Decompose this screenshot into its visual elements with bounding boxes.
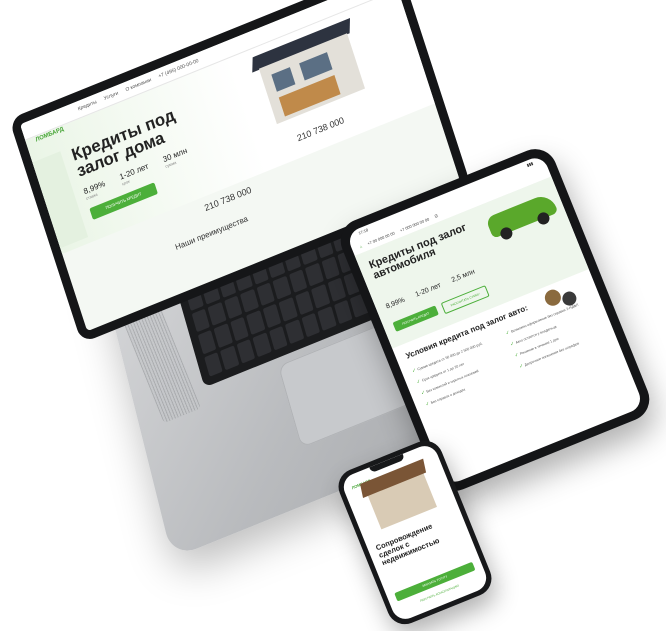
keyboard-key	[272, 275, 292, 300]
keyboard-key	[252, 332, 272, 358]
keyboard-key	[256, 281, 276, 307]
logo-icon: ⌂	[358, 243, 363, 249]
nav-item[interactable]: О компании	[125, 77, 152, 93]
keyboard-key	[207, 301, 227, 327]
keyboard-key	[246, 310, 266, 336]
house-image	[366, 469, 438, 530]
keyboard-key	[311, 284, 331, 309]
keyboard-key	[278, 297, 298, 322]
keyboard-key	[230, 316, 250, 342]
keyboard-key	[317, 306, 337, 331]
keyboard-key	[327, 277, 347, 303]
keyboard-key	[240, 288, 260, 313]
keyboard-key	[301, 312, 321, 338]
keyboard-key	[295, 290, 314, 316]
keyboard-key	[223, 294, 243, 320]
nav-item[interactable]: Услуги	[103, 90, 119, 101]
keyboard-key	[236, 339, 256, 364]
keyboard-key	[220, 345, 240, 371]
keyboard-key	[268, 325, 288, 351]
keyboard-key	[288, 268, 308, 294]
menu-icon[interactable]: ☰	[433, 212, 438, 218]
section-title: Наши преимущества	[174, 214, 250, 252]
keyboard-key	[262, 303, 282, 329]
keyboard-key	[321, 255, 340, 281]
keyboard-key	[204, 352, 224, 377]
keyboard-key	[333, 299, 353, 325]
keyboard-key	[304, 262, 324, 287]
keyboard-key	[285, 319, 305, 345]
keyboard-key	[197, 330, 217, 355]
nav-item[interactable]: Кредиты	[77, 99, 97, 112]
keyboard-key	[214, 323, 233, 349]
keyboard-key	[191, 307, 211, 333]
